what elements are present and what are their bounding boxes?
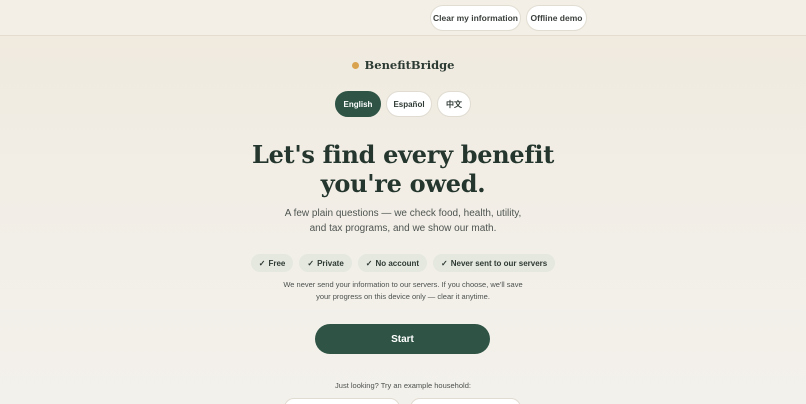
example-household-button-1[interactable]	[284, 398, 400, 404]
subheading-line-1: A few plain questions — we check food, h…	[284, 208, 522, 219]
language-english-button[interactable]: English	[335, 91, 381, 117]
language-spanish-button[interactable]: Español	[386, 91, 432, 117]
feature-chips: ✓ Free ✓ Private ✓ No account ✓ Never se…	[0, 254, 806, 272]
subheading: A few plain questions — we check food, h…	[0, 206, 806, 236]
privacy-line-1: We never send your information to our se…	[283, 280, 523, 289]
chip-never-sent: ✓ Never sent to our servers	[433, 254, 556, 272]
example-household-label: Just looking? Try an example household:	[335, 381, 471, 390]
headline-line-1: Let's find every benefit	[252, 140, 554, 169]
chip-label: No account	[375, 258, 420, 268]
brand-dot-icon	[351, 61, 359, 69]
chip-label: Private	[317, 258, 344, 268]
language-chinese-button[interactable]: 中文	[437, 91, 471, 117]
check-icon: ✓	[307, 258, 315, 268]
example-household-button-2[interactable]	[410, 398, 521, 404]
chip-private: ✓ Private	[299, 254, 352, 272]
offline-demo-button[interactable]: Offline demo	[526, 5, 587, 31]
check-icon: ✓	[441, 258, 448, 268]
privacy-line-2: your progress on this device only — clea…	[316, 291, 490, 301]
check-icon: ✓	[365, 258, 373, 268]
chip-no-account: ✓ No account	[357, 254, 428, 272]
subheading-line-2: and tax programs, and we show our math.	[309, 223, 497, 234]
chip-free: ✓ Free	[250, 254, 294, 272]
headline-line-2: you're owed.	[320, 169, 486, 198]
chip-label: Free	[268, 258, 286, 268]
top-bar: Clear my information Offline demo	[0, 0, 806, 36]
page-title: Let's find every benefit you're owed.	[0, 140, 806, 198]
start-button[interactable]: Start	[315, 324, 490, 354]
privacy-note: We never send your information to our se…	[0, 279, 806, 302]
chip-label: Never sent to our servers	[450, 258, 548, 268]
brand: BenefitBridge	[0, 58, 806, 72]
brand-name: BenefitBridge	[364, 58, 455, 72]
check-icon: ✓	[258, 258, 266, 268]
language-selector: English Español 中文	[0, 91, 806, 117]
clear-information-button[interactable]: Clear my information	[430, 5, 521, 31]
